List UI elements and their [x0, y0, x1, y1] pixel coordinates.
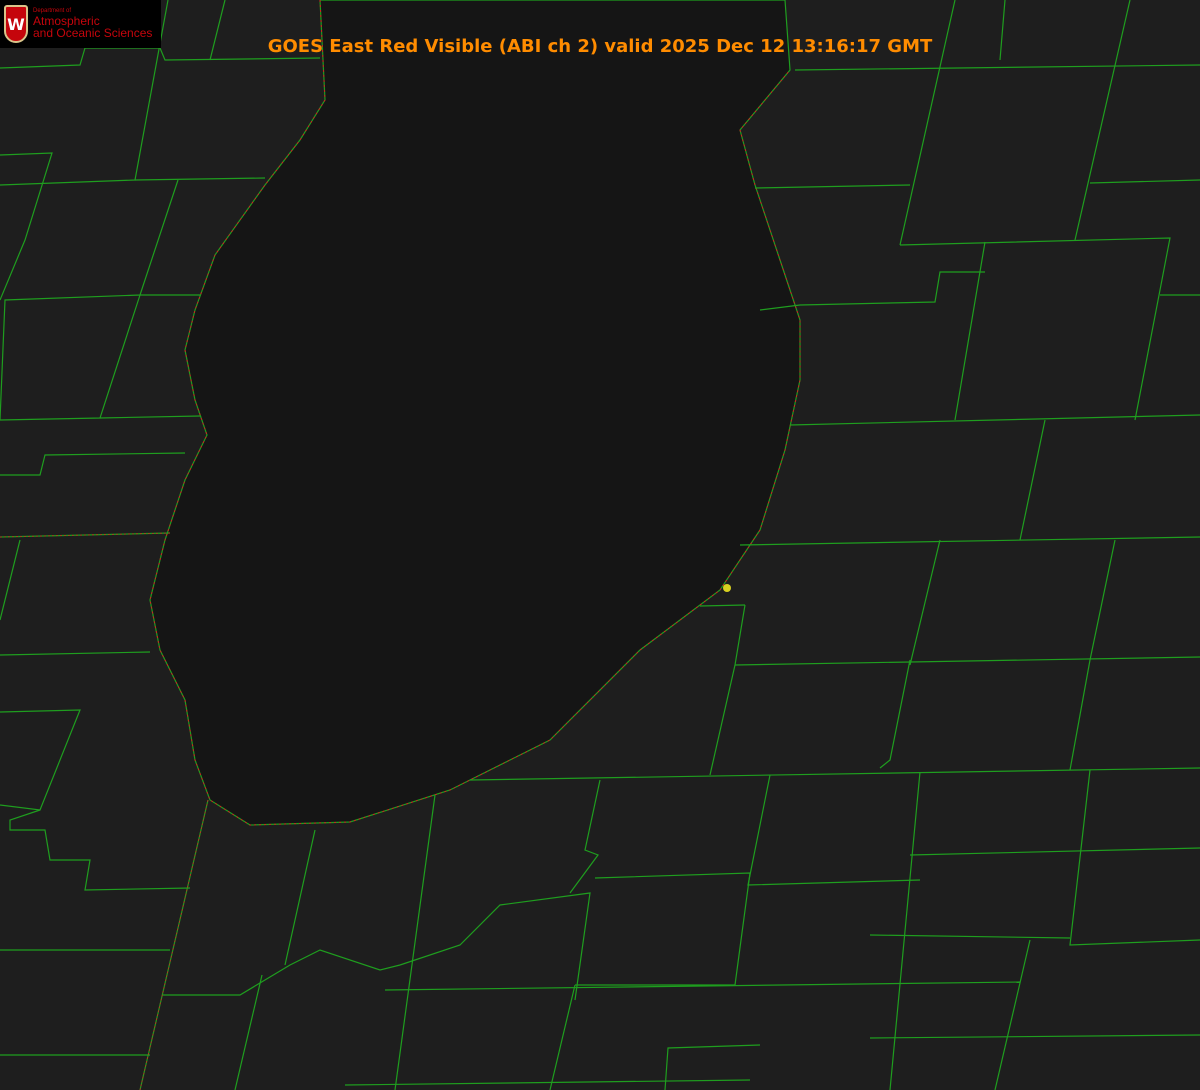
- state-border: [0, 532, 171, 538]
- satellite-image: W Department of Atmospheric and Oceanic …: [0, 0, 1200, 1090]
- image-title: GOES East Red Visible (ABI ch 2) valid 2…: [267, 36, 933, 57]
- shield-letter: W: [7, 14, 25, 34]
- map-overlay: [0, 0, 1200, 1090]
- state-border: [139, 799, 209, 1090]
- location-marker: [723, 584, 731, 592]
- lake-michigan: [149, 0, 801, 826]
